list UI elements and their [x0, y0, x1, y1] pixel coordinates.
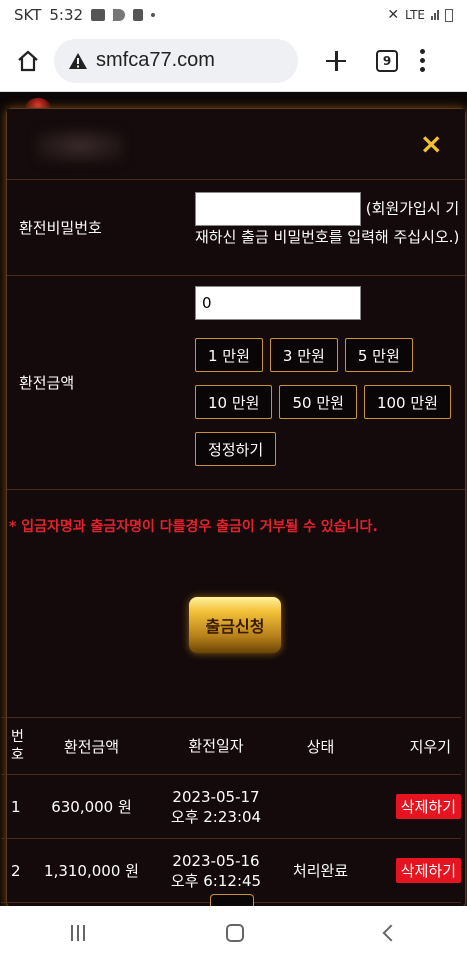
amount-buttons-row3: 정정하기 [195, 432, 465, 466]
amount-10-button[interactable]: 10 만원 [195, 385, 273, 419]
battery-icon [445, 8, 453, 22]
more-notifications-icon [151, 13, 156, 17]
close-icon[interactable]: × [420, 127, 443, 160]
recent-apps-icon [76, 925, 79, 941]
amount-field-wrap: 0 1 만원 3 만원 5 만원 10 만원 50 만원 100 만원 정정하기 [195, 276, 465, 489]
row-time: 오후 6:12:45 [170, 871, 262, 890]
modal-title-blurred [35, 129, 125, 163]
amount-50-button[interactable]: 50 만원 [279, 385, 357, 419]
row-delete-cell: 삭제하기 [363, 794, 461, 819]
amount-1-button[interactable]: 1 만원 [195, 338, 263, 372]
system-nav-bar [0, 906, 467, 960]
table-row: 1 630,000 원 2023-05-17 오후 2:23:04 삭제하기 [1, 775, 461, 839]
carrier-label: SKT [14, 6, 42, 24]
amount-buttons-row1: 1 만원 3 만원 5 만원 [195, 338, 465, 372]
delete-button[interactable]: 삭제하기 [395, 858, 461, 883]
b-app-icon [133, 9, 144, 21]
withdraw-submit-button[interactable]: 출금신청 [189, 597, 281, 653]
pagination-button[interactable] [210, 894, 254, 906]
notice-text: * 입금자명과 출금자명이 다를경우 출금이 거부될 수 있습니다. [9, 518, 378, 535]
row-delete-cell: 삭제하기 [363, 858, 461, 883]
signal-icon [431, 10, 439, 20]
gallery-icon [91, 9, 106, 21]
amount-100-button[interactable]: 100 만원 [363, 385, 451, 419]
row-datetime: 2023-05-17 오후 2:23:04 [154, 787, 278, 827]
recent-apps-button[interactable] [70, 925, 85, 941]
web-page: × 환전비밀번호 (회원가입시 기재하신 출금 비밀번호를 입력해 주십시오.)… [0, 92, 467, 906]
home-button[interactable] [12, 45, 44, 77]
menu-dot-icon [420, 49, 425, 54]
modal-header: × [7, 109, 465, 177]
password-row: 환전비밀번호 (회원가입시 기재하신 출금 비밀번호를 입력해 주십시오.) [7, 179, 465, 275]
mute-icon: ✕ [387, 7, 400, 23]
menu-dot-icon [420, 67, 425, 72]
row-date: 2023-05-17 [172, 787, 260, 806]
history-table: 번호 환전금액 환전일자 상태 지우기 1 630,000 원 2023-05-… [1, 717, 461, 903]
col-date-header: 환전일자 [188, 737, 244, 755]
amount-input[interactable]: 0 [195, 286, 361, 320]
network-type: LTE [405, 8, 425, 22]
submit-area: 출금신청 [7, 561, 465, 717]
col-status-header: 상태 [306, 737, 335, 756]
back-button[interactable] [382, 924, 399, 942]
new-tab-button[interactable] [324, 49, 348, 73]
home-icon [18, 50, 38, 71]
row-amount: 1,310,000 원 [44, 862, 139, 880]
row-amount: 630,000 원 [51, 798, 132, 816]
clock: 5:32 [49, 6, 84, 24]
amount-5-button[interactable]: 5 만원 [344, 338, 413, 372]
recent-apps-icon [70, 925, 73, 941]
col-no-header: 번호 [11, 729, 24, 763]
menu-button[interactable] [420, 49, 425, 72]
table-header: 번호 환전금액 환전일자 상태 지우기 [1, 717, 461, 775]
telegram-icon [113, 9, 126, 21]
amount-label: 환전금액 [19, 374, 75, 392]
amount-buttons-row2: 10 만원 50 만원 100 만원 [195, 385, 465, 419]
delete-button[interactable]: 삭제하기 [395, 794, 461, 819]
menu-dot-icon [420, 58, 425, 63]
warning-icon [69, 52, 87, 69]
amount-row: 환전금액 0 1 만원 3 만원 5 만원 10 만원 50 만원 100 만원… [7, 275, 465, 489]
address-bar[interactable]: smfca77.com [54, 38, 298, 83]
withdraw-form: 환전비밀번호 (회원가입시 기재하신 출금 비밀번호를 입력해 주십시오.) 환… [1, 179, 465, 903]
system-home-button[interactable] [225, 924, 244, 942]
browser-toolbar: smfca77.com 9 [0, 30, 467, 92]
row-no: 1 [11, 797, 21, 816]
row-time: 오후 2:23:04 [170, 807, 262, 826]
tab-switcher-button[interactable]: 9 [376, 49, 398, 72]
withdraw-modal: × 환전비밀번호 (회원가입시 기재하신 출금 비밀번호를 입력해 주십시오.)… [1, 108, 466, 906]
password-label: 환전비밀번호 [19, 219, 102, 237]
col-amount-header: 환전금액 [63, 737, 120, 756]
notice-row: * 입금자명과 출금자명이 다를경우 출금이 거부될 수 있습니다. [7, 489, 465, 561]
row-no: 2 [11, 861, 21, 880]
status-bar: SKT 5:32 ✕ LTE [0, 0, 467, 30]
row-datetime: 2023-05-16 오후 6:12:45 [154, 851, 278, 891]
col-delete-header: 지우기 [409, 737, 451, 756]
password-field-wrap: (회원가입시 기재하신 출금 비밀번호를 입력해 주십시오.) [195, 180, 465, 275]
url-text: smfca77.com [96, 49, 215, 71]
recent-apps-icon [82, 925, 85, 941]
row-date: 2023-05-16 [172, 851, 260, 870]
row-status: 처리완료 [292, 862, 349, 880]
reset-button[interactable]: 정정하기 [195, 432, 277, 466]
amount-3-button[interactable]: 3 만원 [269, 338, 338, 372]
password-input[interactable] [195, 192, 361, 226]
